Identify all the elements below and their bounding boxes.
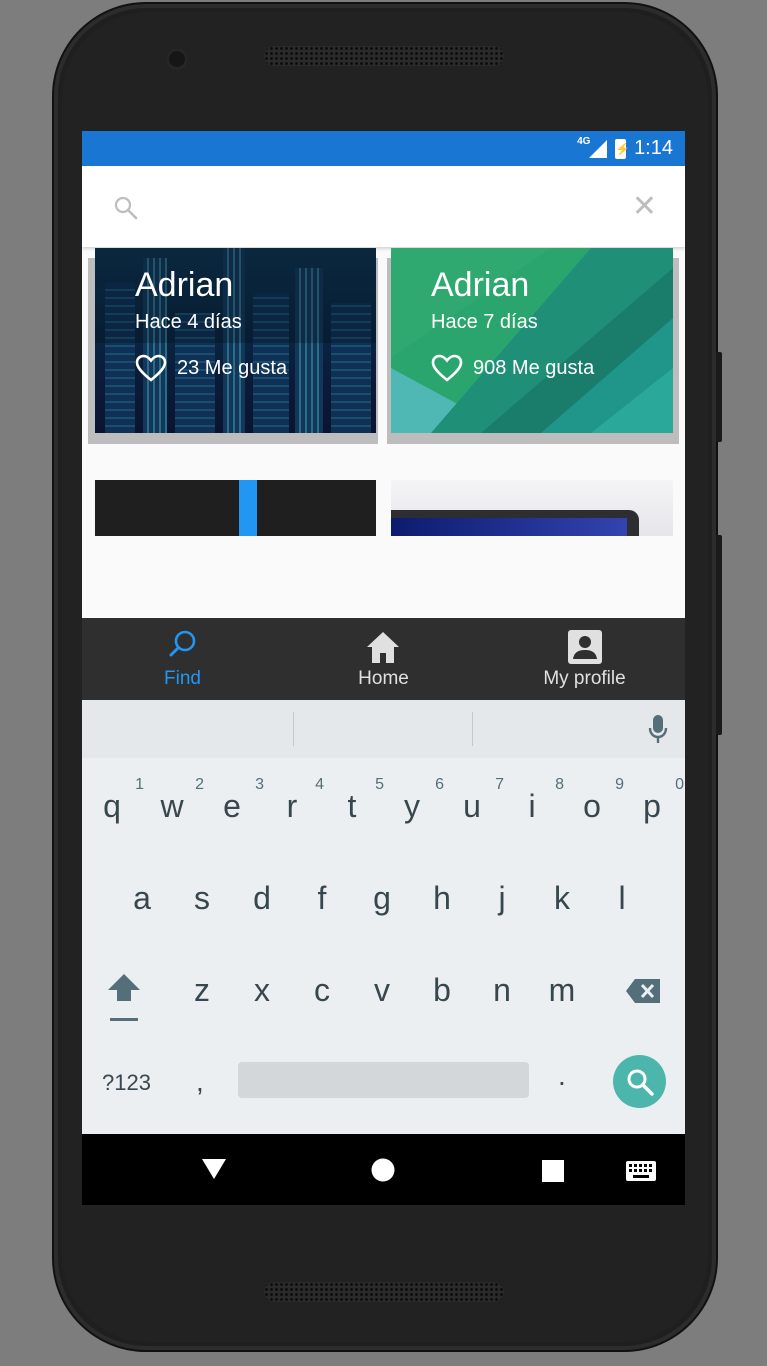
earpiece-speaker bbox=[264, 46, 504, 66]
key[interactable]: d bbox=[232, 880, 292, 917]
post-card-3[interactable] bbox=[95, 480, 376, 536]
account-box-icon bbox=[568, 630, 602, 664]
backspace-icon[interactable] bbox=[625, 978, 661, 1004]
post-feed[interactable]: Adrian Hace 4 días 23 Me gusta Adrian Ha… bbox=[82, 248, 685, 618]
soft-keyboard: q1 w2 e3 r4 t5 y6 u7 i8 o9 p0 a s d f g … bbox=[82, 700, 685, 1134]
nav-home[interactable]: Home bbox=[283, 618, 484, 700]
search-icon bbox=[114, 196, 138, 220]
key[interactable]: k bbox=[532, 880, 592, 917]
heart-icon bbox=[431, 354, 463, 382]
volume-button bbox=[716, 535, 722, 735]
status-bar: 4G 1:14 bbox=[82, 131, 685, 166]
front-camera bbox=[166, 48, 188, 70]
like-count: 23 Me gusta bbox=[177, 356, 288, 379]
nav-my-profile[interactable]: My profile bbox=[484, 618, 685, 700]
like-button[interactable]: 23 Me gusta bbox=[135, 354, 287, 382]
key[interactable]: a bbox=[112, 880, 172, 917]
keyboard-switch-icon[interactable] bbox=[626, 1161, 656, 1181]
key[interactable]: m bbox=[532, 972, 592, 1009]
like-button[interactable]: 908 Me gusta bbox=[431, 354, 594, 382]
search-icon bbox=[169, 630, 196, 657]
nav-find[interactable]: Find bbox=[82, 618, 283, 700]
post-card-2[interactable]: Adrian Hace 7 días 908 Me gusta bbox=[391, 248, 673, 433]
search-bar: ✕ bbox=[82, 166, 685, 247]
key[interactable]: q1 bbox=[82, 776, 144, 825]
signal-icon: 4G bbox=[577, 136, 608, 160]
key[interactable]: c bbox=[292, 972, 352, 1009]
search-icon bbox=[627, 1069, 654, 1096]
key[interactable]: w2 bbox=[142, 776, 204, 825]
power-button bbox=[716, 352, 722, 442]
post-author: Adrian bbox=[431, 266, 530, 304]
key[interactable]: p0 bbox=[622, 776, 684, 825]
key[interactable]: b bbox=[412, 972, 472, 1009]
key[interactable]: i8 bbox=[502, 776, 564, 825]
recents-icon[interactable] bbox=[542, 1160, 564, 1182]
back-icon[interactable] bbox=[201, 1158, 227, 1180]
status-time: 1:14 bbox=[634, 137, 673, 159]
key[interactable]: x bbox=[232, 972, 292, 1009]
key[interactable]: s bbox=[172, 880, 232, 917]
comma-key[interactable]: , bbox=[196, 1066, 204, 1098]
bottom-navigation: Find Home My profile bbox=[82, 618, 685, 700]
space-bar[interactable] bbox=[238, 1062, 529, 1098]
suggestion-strip bbox=[82, 700, 685, 758]
battery-charging-icon bbox=[615, 138, 627, 159]
bottom-speaker bbox=[264, 1282, 504, 1302]
microphone-icon[interactable] bbox=[648, 714, 668, 744]
post-time: Hace 4 días bbox=[135, 311, 242, 333]
key[interactable]: j bbox=[472, 880, 532, 917]
key[interactable]: t5 bbox=[322, 776, 384, 825]
system-navigation-bar bbox=[82, 1134, 685, 1205]
key[interactable]: o9 bbox=[562, 776, 624, 825]
key[interactable]: v bbox=[352, 972, 412, 1009]
home-icon bbox=[367, 632, 399, 663]
search-action-key[interactable] bbox=[613, 1055, 666, 1108]
post-time: Hace 7 días bbox=[431, 311, 538, 333]
key[interactable]: n bbox=[472, 972, 532, 1009]
heart-icon bbox=[135, 354, 167, 382]
post-card-4[interactable] bbox=[391, 480, 673, 536]
key[interactable]: y6 bbox=[382, 776, 444, 825]
app-screen: 4G 1:14 ✕ Adrian Hace 4 días bbox=[82, 131, 685, 1205]
key[interactable]: f bbox=[292, 880, 352, 917]
clear-search-button[interactable]: ✕ bbox=[632, 192, 657, 222]
home-circle-icon[interactable] bbox=[371, 1158, 395, 1182]
key[interactable]: g bbox=[352, 880, 412, 917]
key[interactable]: h bbox=[412, 880, 472, 917]
key[interactable]: l bbox=[592, 880, 652, 917]
key[interactable]: r4 bbox=[262, 776, 324, 825]
search-input[interactable] bbox=[152, 186, 616, 228]
post-card-1[interactable]: Adrian Hace 4 días 23 Me gusta bbox=[95, 248, 376, 433]
shift-icon[interactable] bbox=[106, 972, 142, 1022]
like-count: 908 Me gusta bbox=[473, 356, 595, 379]
symbols-key[interactable]: ?123 bbox=[102, 1070, 151, 1096]
period-key[interactable]: . bbox=[558, 1060, 566, 1092]
key[interactable]: z bbox=[172, 972, 232, 1009]
post-author: Adrian bbox=[135, 266, 234, 304]
key[interactable]: u7 bbox=[442, 776, 504, 825]
key[interactable]: e3 bbox=[202, 776, 264, 825]
